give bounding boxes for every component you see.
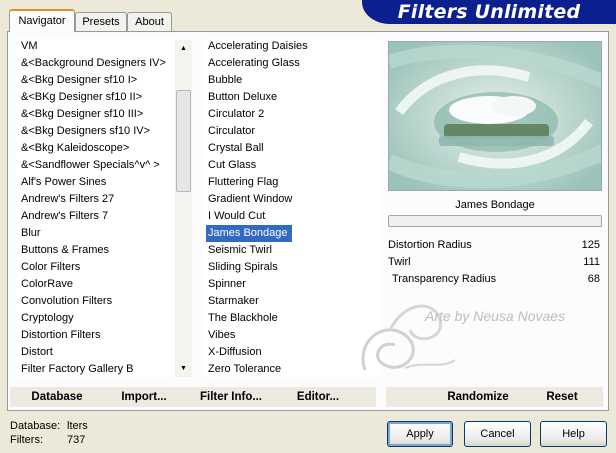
category-item[interactable]: &<Bkg Designer sf10 III> (19, 106, 143, 123)
category-item[interactable]: Blur (19, 225, 41, 242)
progress-bar (388, 215, 602, 227)
filter-item-selected[interactable]: James Bondage (206, 225, 292, 242)
param-label: Distortion Radius (388, 239, 472, 251)
brand-banner: Filters Unlimited (362, 0, 616, 24)
filter-item[interactable]: Circulator (206, 123, 255, 140)
filter-info-button[interactable]: Filter Info... (194, 388, 268, 406)
status-filters-value: 737 (67, 434, 86, 446)
filter-item[interactable]: Zero Tolerance (206, 361, 281, 378)
filter-item[interactable]: The Blackhole (206, 310, 278, 327)
filter-item[interactable]: Bubble (206, 72, 242, 89)
cancel-button[interactable]: Cancel (464, 421, 531, 447)
watermark-ornament-icon (361, 304, 456, 371)
randomize-button[interactable]: Randomize (440, 388, 516, 406)
scroll-thumb[interactable] (176, 90, 191, 192)
tab-presets[interactable]: Presets (75, 12, 127, 31)
category-item[interactable]: &<Sandflower Specials^v^ > (19, 157, 160, 174)
category-item[interactable]: ColorRave (19, 276, 73, 293)
help-button[interactable]: Help (540, 421, 607, 447)
status-database-label: Database: (10, 420, 61, 432)
category-item[interactable]: Filter Factory Gallery B (19, 361, 133, 378)
category-item[interactable]: Convolution Filters (19, 293, 112, 310)
category-item[interactable]: &<Background Designers IV> (19, 55, 166, 72)
category-item[interactable]: Distort (19, 344, 53, 361)
filter-item[interactable]: Spinner (206, 276, 246, 293)
category-item[interactable]: Andrew's Filters 27 (19, 191, 114, 208)
category-item[interactable]: Color Filters (19, 259, 80, 276)
category-item[interactable]: &<BKg Designer sf10 II> (19, 89, 142, 106)
category-item[interactable]: &<Bkg Designer sf10 I> (19, 72, 137, 89)
database-button[interactable]: Database (22, 388, 92, 406)
filter-item[interactable]: Crystal Ball (206, 140, 264, 157)
param-row[interactable]: Transparency Radius 68 (388, 271, 600, 288)
param-value: 68 (587, 273, 600, 285)
editor-button[interactable]: Editor... (288, 388, 348, 406)
scroll-up-icon[interactable]: ▲ (175, 40, 192, 57)
filter-item[interactable]: Starmaker (206, 293, 259, 310)
category-item[interactable]: Alf's Power Sines (19, 174, 106, 191)
tab-navigator[interactable]: Navigator (9, 9, 75, 32)
status-filters-label: Filters: (10, 434, 43, 446)
apply-button[interactable]: Apply (387, 421, 453, 447)
category-item[interactable]: Distortion Filters (19, 327, 100, 344)
filter-item[interactable]: Gradient Window (206, 191, 292, 208)
param-value: 125 (581, 239, 600, 251)
import-button[interactable]: Import... (112, 388, 176, 406)
filter-item[interactable]: Button Deluxe (206, 89, 277, 106)
param-value: 111 (583, 256, 600, 268)
param-label: Twirl (388, 256, 411, 268)
category-scrollbar[interactable]: ▲ ▼ (175, 40, 192, 377)
filter-item[interactable]: Seismic Twirl (206, 242, 272, 259)
preview-image (389, 42, 601, 190)
parameter-list: Distortion Radius 125 Twirl 111 Transparency… (388, 237, 602, 297)
filter-item[interactable]: X-Diffusion (206, 344, 262, 361)
filter-item[interactable]: Circulator 2 (206, 106, 264, 123)
filter-item[interactable]: Cut Glass (206, 157, 256, 174)
watermark: Arte by Neusa Novaes (345, 290, 595, 380)
param-label: Transparency Radius (392, 273, 497, 285)
param-row[interactable]: Twirl 111 (388, 254, 600, 271)
tab-about[interactable]: About (127, 12, 172, 31)
param-row[interactable]: Distortion Radius 125 (388, 237, 600, 254)
filter-item[interactable]: Accelerating Daisies (206, 38, 308, 55)
selected-filter-label: James Bondage (455, 199, 535, 211)
category-item[interactable]: Buttons & Frames (19, 242, 109, 259)
category-item[interactable]: &<Bkg Designers sf10 IV> (19, 123, 150, 140)
category-item[interactable]: Andrew's Filters 7 (19, 208, 108, 225)
scroll-down-icon[interactable]: ▼ (175, 360, 192, 377)
category-list[interactable]: VM &<Background Designers IV> &<Bkg Design… (15, 38, 175, 378)
category-item[interactable]: VM (19, 38, 38, 55)
filter-item[interactable]: Vibes (206, 327, 235, 344)
watermark-text: Arte by Neusa Novaes (425, 308, 566, 324)
filter-item[interactable]: Sliding Spirals (206, 259, 278, 276)
category-item[interactable]: &<Bkg Kaleidoscope> (19, 140, 129, 157)
category-item[interactable]: Cryptology (19, 310, 74, 327)
filter-item[interactable]: Accelerating Glass (206, 55, 300, 72)
reset-button[interactable]: Reset (538, 388, 586, 406)
filter-item[interactable]: Fluttering Flag (206, 174, 278, 191)
status-database-value: lters (67, 420, 88, 432)
filter-item[interactable]: I Would Cut (206, 208, 265, 225)
filter-preview (388, 41, 602, 191)
